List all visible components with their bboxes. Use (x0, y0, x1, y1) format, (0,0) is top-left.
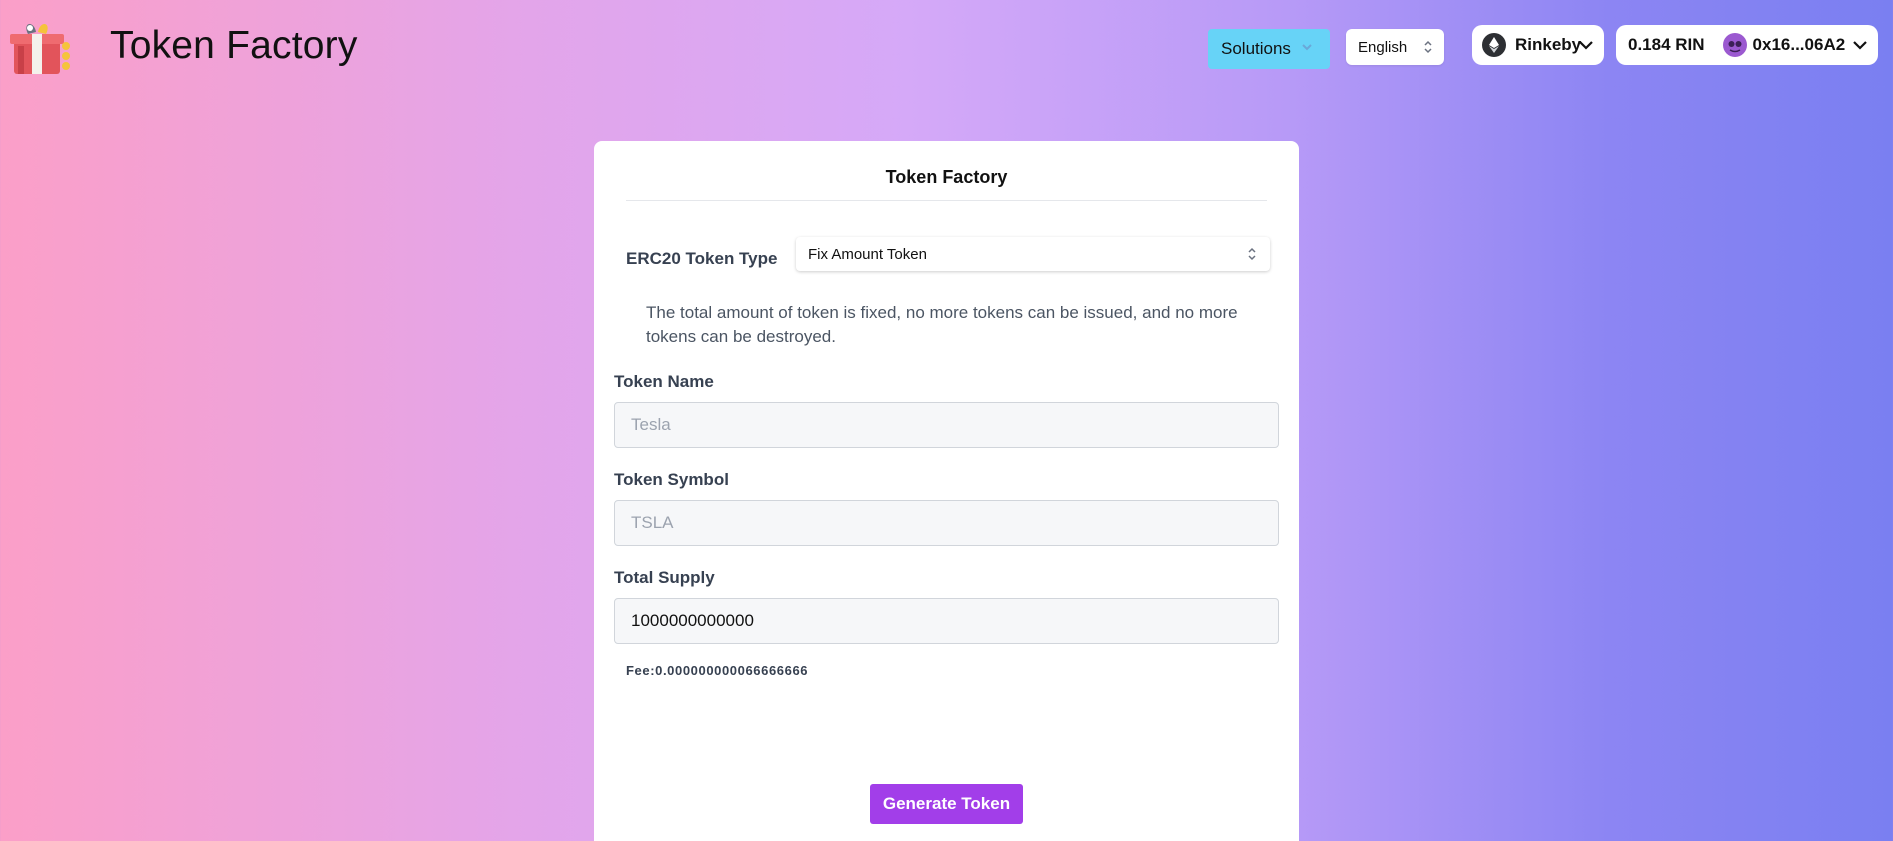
gift-logo-icon[interactable] (6, 18, 72, 74)
chevron-down-icon (1853, 41, 1867, 50)
token-symbol-label: Token Symbol (614, 470, 729, 489)
card-title: Token Factory (626, 167, 1267, 201)
solutions-menu-button[interactable]: Solutions (1208, 29, 1330, 69)
app-title: Token Factory (110, 24, 358, 67)
chevron-down-icon (1302, 44, 1312, 51)
generate-token-button[interactable]: Generate Token (870, 784, 1023, 824)
network-selector-button[interactable]: Rinkeby (1472, 25, 1604, 65)
account-address: 0x16...06A2 (1752, 35, 1846, 54)
network-name: Rinkeby (1515, 35, 1582, 54)
solutions-label: Solutions (1221, 39, 1291, 58)
token-type-value: Fix Amount Token (808, 245, 927, 263)
ethereum-icon (1482, 33, 1506, 57)
avatar-icon (1722, 33, 1747, 57)
token-type-description: The total amount of token is fixed, no m… (646, 303, 1238, 346)
account-button[interactable]: 0.184 RIN 0x16...06A2 (1616, 25, 1878, 65)
token-type-label: ERC20 Token Type (626, 249, 778, 268)
token-symbol-input[interactable] (614, 500, 1279, 546)
language-value: English (1358, 38, 1408, 56)
fee-text: Fee:0.000000000066666666 (626, 663, 809, 678)
token-factory-card: Token Factory ERC20 Token Type Fix Amoun… (594, 141, 1299, 841)
total-supply-label: Total Supply (614, 568, 715, 587)
select-updown-icon (1248, 247, 1256, 261)
token-name-input[interactable] (614, 402, 1279, 448)
token-name-label: Token Name (614, 372, 714, 391)
select-updown-icon (1424, 40, 1432, 54)
balance-text: 0.184 RIN (1628, 35, 1705, 54)
language-select[interactable]: English (1346, 29, 1444, 65)
chevron-down-icon (1579, 41, 1593, 50)
total-supply-input[interactable] (614, 598, 1279, 644)
token-type-select[interactable]: Fix Amount Token (796, 237, 1270, 271)
